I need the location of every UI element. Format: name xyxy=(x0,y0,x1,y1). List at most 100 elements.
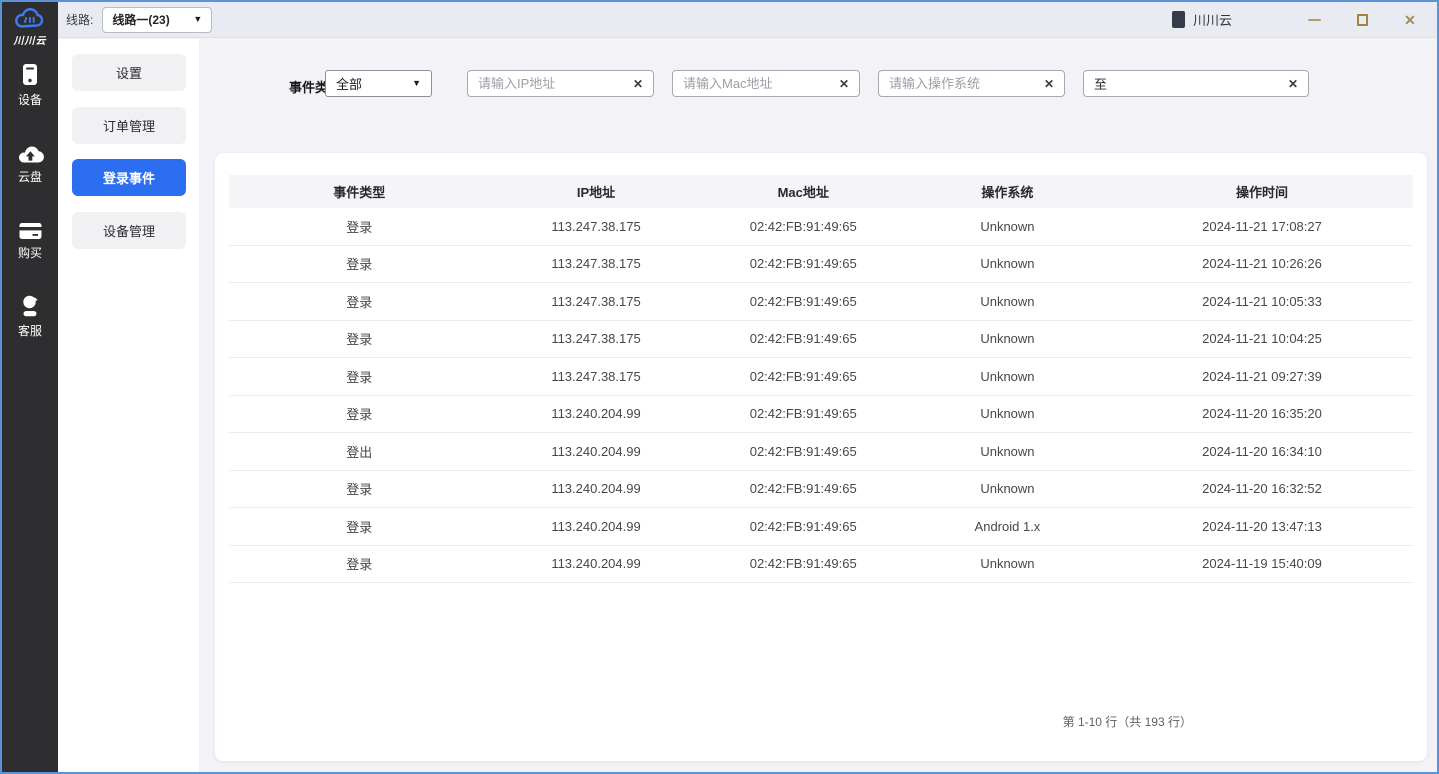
maximize-button[interactable] xyxy=(1351,9,1373,31)
column-header: IP地址 xyxy=(489,182,702,201)
table-cell: 2024-11-21 10:26:26 xyxy=(1111,256,1413,271)
table-cell: 登出 xyxy=(229,442,489,461)
table-cell: 02:42:FB:91:49:65 xyxy=(703,219,904,234)
clear-os-icon[interactable]: ✕ xyxy=(1044,78,1054,90)
ip-filter-input[interactable] xyxy=(478,76,625,91)
minimize-button[interactable] xyxy=(1303,9,1325,31)
table-cell: 2024-11-21 10:04:25 xyxy=(1111,331,1413,346)
menu-item-order-management[interactable]: 订单管理 xyxy=(72,107,186,144)
menu-item-device-management[interactable]: 设备管理 xyxy=(72,212,186,249)
logo-text: 川川云 xyxy=(2,32,58,47)
table-cell: 2024-11-21 10:05:33 xyxy=(1111,294,1413,309)
purchase-icon xyxy=(18,221,43,241)
mac-filter-field: ✕ xyxy=(672,70,860,97)
table-cell: 登录 xyxy=(229,517,489,536)
line-select-value: 线路一(23) xyxy=(112,11,169,28)
app-icon xyxy=(1172,11,1185,28)
table-cell: 2024-11-21 17:08:27 xyxy=(1111,219,1413,234)
date-range-input[interactable] xyxy=(1094,76,1280,91)
table-row: 登录113.247.38.17502:42:FB:91:49:65Unknown… xyxy=(229,246,1413,284)
table-cell: 2024-11-20 16:32:52 xyxy=(1111,481,1413,496)
primary-sidebar: 川川云 设备 云盘 购买 xyxy=(2,2,58,772)
table-cell: 登录 xyxy=(229,217,489,236)
os-filter-input[interactable] xyxy=(889,76,1036,91)
table-cell: 登录 xyxy=(229,367,489,386)
close-icon: ✕ xyxy=(1404,13,1416,27)
table-header-row: 事件类型IP地址Mac地址操作系统操作时间 xyxy=(229,175,1413,208)
table-cell: 登录 xyxy=(229,404,489,423)
column-header: 事件类型 xyxy=(229,182,489,201)
mac-filter-input[interactable] xyxy=(683,76,831,91)
table-cell: 113.247.38.175 xyxy=(489,369,702,384)
table-cell: 02:42:FB:91:49:65 xyxy=(703,369,904,384)
table-cell: 113.247.38.175 xyxy=(489,219,702,234)
table-cell: 登录 xyxy=(229,254,489,273)
sidebar-item-devices[interactable]: 设备 xyxy=(2,62,58,108)
table-row: 登录113.240.204.9902:42:FB:91:49:65Unknown… xyxy=(229,396,1413,434)
chevron-down-icon: ▼ xyxy=(412,79,421,88)
cloud-disk-icon xyxy=(17,144,44,165)
sidebar-item-customer-service[interactable]: 客服 xyxy=(2,294,58,339)
table-cell: 2024-11-20 16:35:20 xyxy=(1111,406,1413,421)
table-cell: Unknown xyxy=(904,331,1111,346)
table-cell: Unknown xyxy=(904,294,1111,309)
table-row: 登录113.240.204.9902:42:FB:91:49:65Android… xyxy=(229,508,1413,546)
app-window: 川川云 设备 云盘 购买 xyxy=(0,0,1439,774)
table-cell: 登录 xyxy=(229,479,489,498)
column-header: Mac地址 xyxy=(703,182,904,201)
event-type-value: 全部 xyxy=(336,74,362,93)
table-cell: 113.240.204.99 xyxy=(489,519,702,534)
menu-item-settings[interactable]: 设置 xyxy=(72,54,186,91)
sidebar-item-label: 设备 xyxy=(2,91,58,108)
table-row: 登录113.240.204.9902:42:FB:91:49:65Unknown… xyxy=(229,471,1413,509)
clear-ip-icon[interactable]: ✕ xyxy=(633,78,643,90)
table-cell: 113.247.38.175 xyxy=(489,256,702,271)
table-cell: 02:42:FB:91:49:65 xyxy=(703,481,904,496)
table-row: 登出113.240.204.9902:42:FB:91:49:65Unknown… xyxy=(229,433,1413,471)
clear-mac-icon[interactable]: ✕ xyxy=(839,78,849,90)
events-table: 事件类型IP地址Mac地址操作系统操作时间 登录113.247.38.17502… xyxy=(229,175,1413,583)
logo-cloud-icon xyxy=(12,7,48,31)
table-row: 登录113.247.38.17502:42:FB:91:49:65Unknown… xyxy=(229,283,1413,321)
table-cell: 2024-11-20 13:47:13 xyxy=(1111,519,1413,534)
event-type-select[interactable]: 全部 ▼ xyxy=(325,70,432,97)
table-row: 登录113.247.38.17502:42:FB:91:49:65Unknown… xyxy=(229,208,1413,246)
sidebar-item-label: 客服 xyxy=(2,322,58,339)
table-cell: Android 1.x xyxy=(904,519,1111,534)
titlebar-right: 川川云 ✕ xyxy=(1172,9,1437,31)
table-row: 登录113.247.38.17502:42:FB:91:49:65Unknown… xyxy=(229,321,1413,359)
table-cell: Unknown xyxy=(904,406,1111,421)
column-header: 操作时间 xyxy=(1111,182,1413,201)
device-icon xyxy=(18,62,42,88)
table-body: 登录113.247.38.17502:42:FB:91:49:65Unknown… xyxy=(229,208,1413,583)
minimize-icon xyxy=(1308,19,1321,21)
table-cell: 登录 xyxy=(229,292,489,311)
menu-sidebar: 设置 订单管理 登录事件 设备管理 xyxy=(58,39,199,772)
ip-filter-field: ✕ xyxy=(467,70,654,97)
clear-date-icon[interactable]: ✕ xyxy=(1288,78,1298,90)
events-card: 事件类型IP地址Mac地址操作系统操作时间 登录113.247.38.17502… xyxy=(215,153,1427,761)
window-title: 川川云 xyxy=(1193,10,1232,29)
menu-item-login-events[interactable]: 登录事件 xyxy=(72,159,186,196)
table-row: 登录113.240.204.9902:42:FB:91:49:65Unknown… xyxy=(229,546,1413,584)
table-cell: 113.240.204.99 xyxy=(489,444,702,459)
table-cell: Unknown xyxy=(904,219,1111,234)
table-cell: Unknown xyxy=(904,444,1111,459)
table-cell: 02:42:FB:91:49:65 xyxy=(703,331,904,346)
chevron-down-icon: ▼ xyxy=(193,15,202,24)
sidebar-item-cloud-disk[interactable]: 云盘 xyxy=(2,144,58,185)
table-cell: 2024-11-20 16:34:10 xyxy=(1111,444,1413,459)
maximize-icon xyxy=(1357,14,1368,26)
title-bar: 线路: 线路一(23) ▼ 川川云 ✕ xyxy=(58,2,1437,38)
table-cell: 2024-11-19 15:40:09 xyxy=(1111,556,1413,571)
table-cell: 113.240.204.99 xyxy=(489,556,702,571)
table-cell: 02:42:FB:91:49:65 xyxy=(703,294,904,309)
line-select[interactable]: 线路一(23) ▼ xyxy=(102,7,212,33)
sidebar-item-label: 购买 xyxy=(2,244,58,261)
os-filter-field: ✕ xyxy=(878,70,1065,97)
table-cell: 113.240.204.99 xyxy=(489,481,702,496)
close-button[interactable]: ✕ xyxy=(1399,9,1421,31)
column-header: 操作系统 xyxy=(904,182,1111,201)
table-cell: 登录 xyxy=(229,554,489,573)
sidebar-item-purchase[interactable]: 购买 xyxy=(2,221,58,261)
